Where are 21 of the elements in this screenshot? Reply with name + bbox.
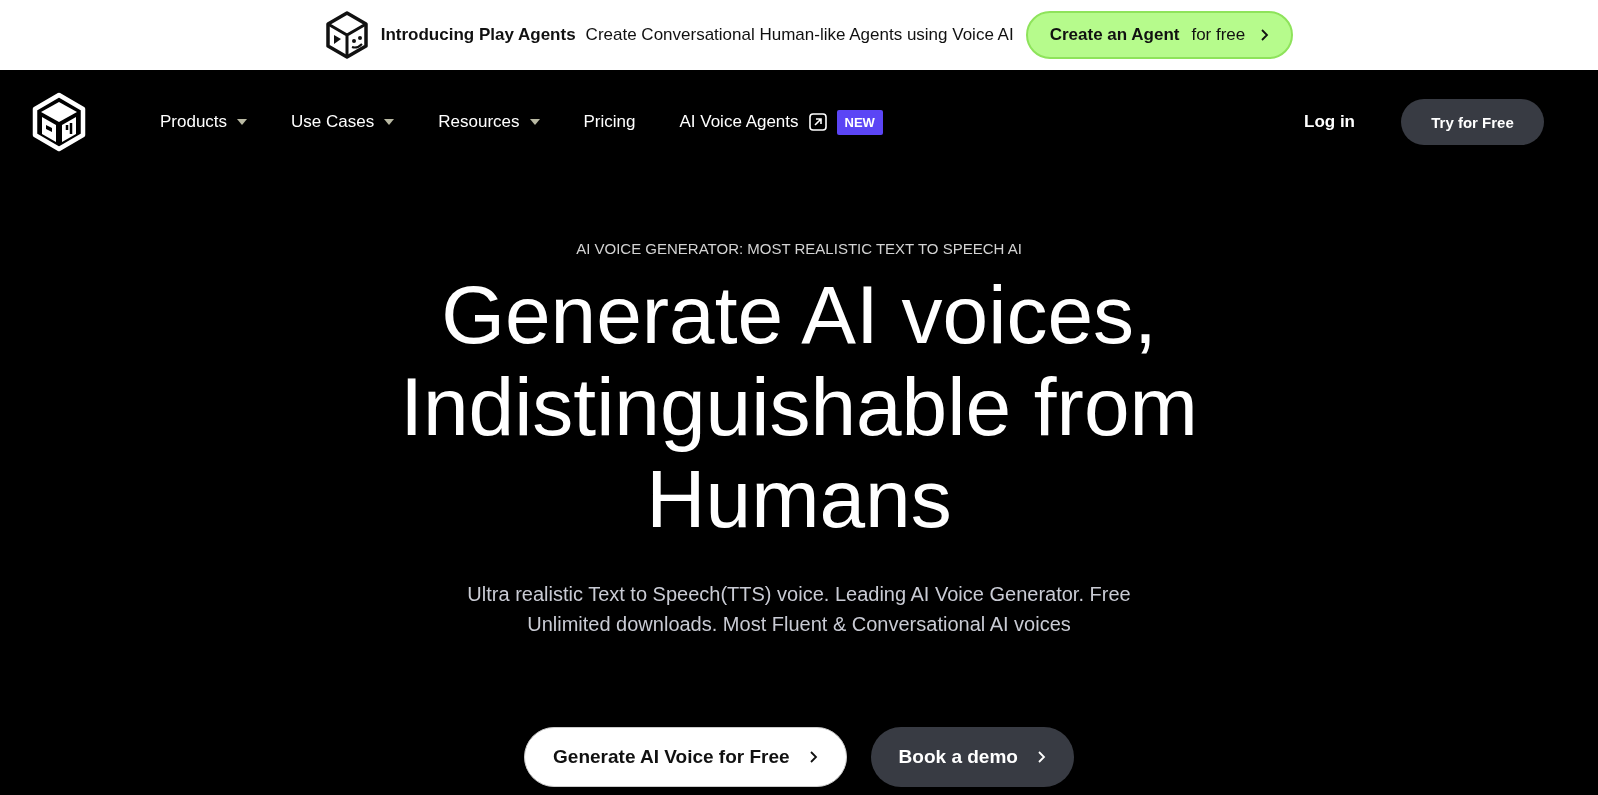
create-agent-button[interactable]: Create an Agent for free bbox=[1025, 11, 1294, 59]
chevron-icon bbox=[807, 750, 818, 764]
nav-link[interactable]: Products bbox=[160, 112, 228, 132]
login-link[interactable]: Log in bbox=[1304, 112, 1355, 132]
nav-link[interactable]: AI Voice Agents bbox=[679, 112, 799, 132]
cube-logo-icon bbox=[324, 11, 369, 59]
hero-subtitle: Ultra realistic Text to Speech(TTS) voice. Leading AI Voice Generator. Free Unlimited downloads. Most Fluent & Conversational AI voices bbox=[466, 582, 1132, 637]
nav-link[interactable]: Pricing bbox=[583, 112, 636, 132]
chevron-icon bbox=[1035, 750, 1046, 764]
eyebrow-text: AI VOICE GENERATOR: MOST REALISTIC TEXT TO SPEECH AI bbox=[576, 240, 1022, 257]
new-badge: NEW bbox=[836, 109, 883, 135]
announcement-title: Introducing Play Agents bbox=[380, 25, 576, 45]
announcement-text: Create Conversational Human-like Agents using Voice AI bbox=[585, 25, 1014, 45]
hero-heading: Generate AI voices, Indistinguishable from Humans bbox=[400, 269, 1198, 545]
book-demo-button[interactable]: Book a demo bbox=[870, 727, 1074, 787]
generate-voice-button[interactable]: Generate AI Voice for Free bbox=[524, 727, 847, 787]
nav-link[interactable]: Resources bbox=[438, 112, 520, 132]
chevron-icon bbox=[1259, 28, 1270, 42]
nav-link[interactable]: Use Cases bbox=[291, 112, 375, 132]
try-free-button[interactable]: Try for Free bbox=[1401, 99, 1544, 145]
cube-logo-icon[interactable] bbox=[32, 92, 86, 152]
